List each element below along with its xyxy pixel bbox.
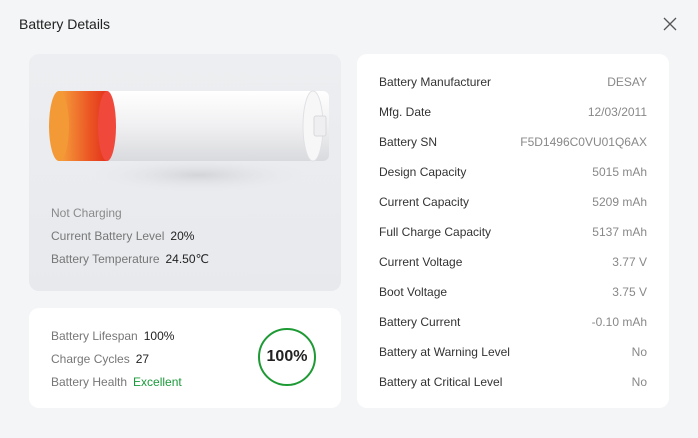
spec-label: Current Voltage (379, 255, 463, 269)
lifespan-row: Battery Lifespan 100% (51, 329, 174, 343)
spec-value: 3.77 V (612, 255, 647, 269)
spec-label: Design Capacity (379, 165, 467, 179)
spec-value: DESAY (607, 75, 647, 89)
close-icon (663, 17, 677, 31)
spec-row: Design Capacity 5015 mAh (379, 163, 647, 181)
charge-cycles-row: Charge Cycles 27 (51, 352, 149, 366)
spec-label: Current Capacity (379, 195, 470, 209)
lifespan-label: Battery Lifespan (51, 329, 138, 343)
spec-value: 5137 mAh (592, 225, 647, 239)
spec-row: Current Voltage 3.77 V (379, 253, 647, 271)
spec-value: No (631, 375, 647, 389)
lifespan-value: 100% (143, 329, 175, 343)
spec-label: Mfg. Date (379, 105, 432, 119)
spec-row: Battery at Critical Level No (379, 373, 647, 391)
charging-status: Not Charging (51, 206, 122, 220)
battery-health-row: Battery Health Excellent (51, 375, 182, 389)
spec-row: Battery Manufacturer DESAY (379, 73, 647, 91)
battery-icon (49, 90, 329, 193)
spec-row: Current Capacity 5209 mAh (379, 193, 647, 211)
battery-temperature-row: Battery Temperature 24.50℃ (51, 252, 209, 266)
charge-cycles-label: Charge Cycles (51, 352, 130, 366)
spec-label: Full Charge Capacity (379, 225, 492, 239)
battery-status-card: Not Charging Current Battery Level 20% Ba… (29, 54, 341, 291)
spec-value: No (631, 345, 647, 359)
battery-health-card: Battery Lifespan 100% Charge Cycles 27 Bat… (29, 308, 341, 408)
spec-value: 12/03/2011 (587, 105, 647, 119)
battery-level-value: 20% (170, 229, 195, 243)
charge-cycles-value: 27 (135, 352, 150, 366)
spec-label: Battery at Critical Level (379, 375, 503, 389)
spec-row: Boot Voltage 3.75 V (379, 283, 647, 301)
battery-level-row: Current Battery Level 20% (51, 229, 194, 243)
dialog-title: Battery Details (19, 16, 111, 32)
spec-value: 5015 mAh (592, 165, 647, 179)
spec-value: F5D1496C0VU01Q6AX (520, 135, 647, 149)
spec-row: Full Charge Capacity 5137 mAh (379, 223, 647, 241)
spec-value: 5209 mAh (592, 195, 647, 209)
spec-label: Battery Current (379, 315, 461, 329)
spec-label: Battery Manufacturer (379, 75, 492, 89)
spec-row: Battery Current -0.10 mAh (379, 313, 647, 331)
battery-temperature-label: Battery Temperature (51, 252, 160, 266)
lifespan-ring: 100% (258, 328, 316, 386)
spec-row: Battery at Warning Level No (379, 343, 647, 361)
battery-specs-card: Battery Manufacturer DESAY Mfg. Date 12/03/… (357, 54, 669, 408)
spec-row: Mfg. Date 12/03/2011 (379, 103, 647, 121)
battery-health-label: Battery Health (51, 375, 128, 389)
battery-health-value: Excellent (133, 375, 182, 389)
spec-label: Battery at Warning Level (379, 345, 510, 359)
spec-row: Battery SN F5D1496C0VU01Q6AX (379, 133, 647, 151)
spec-label: Battery SN (379, 135, 438, 149)
spec-value: -0.10 mAh (591, 315, 647, 329)
title-bar: Battery Details (0, 0, 698, 48)
close-button[interactable] (656, 10, 684, 38)
spec-value: 3.75 V (612, 285, 647, 299)
battery-details-dialog: Battery Details Not Charging Current Bat… (0, 0, 698, 438)
battery-level-label: Current Battery Level (51, 229, 165, 243)
battery-temperature-value: 24.50℃ (165, 252, 210, 266)
spec-label: Boot Voltage (379, 285, 448, 299)
